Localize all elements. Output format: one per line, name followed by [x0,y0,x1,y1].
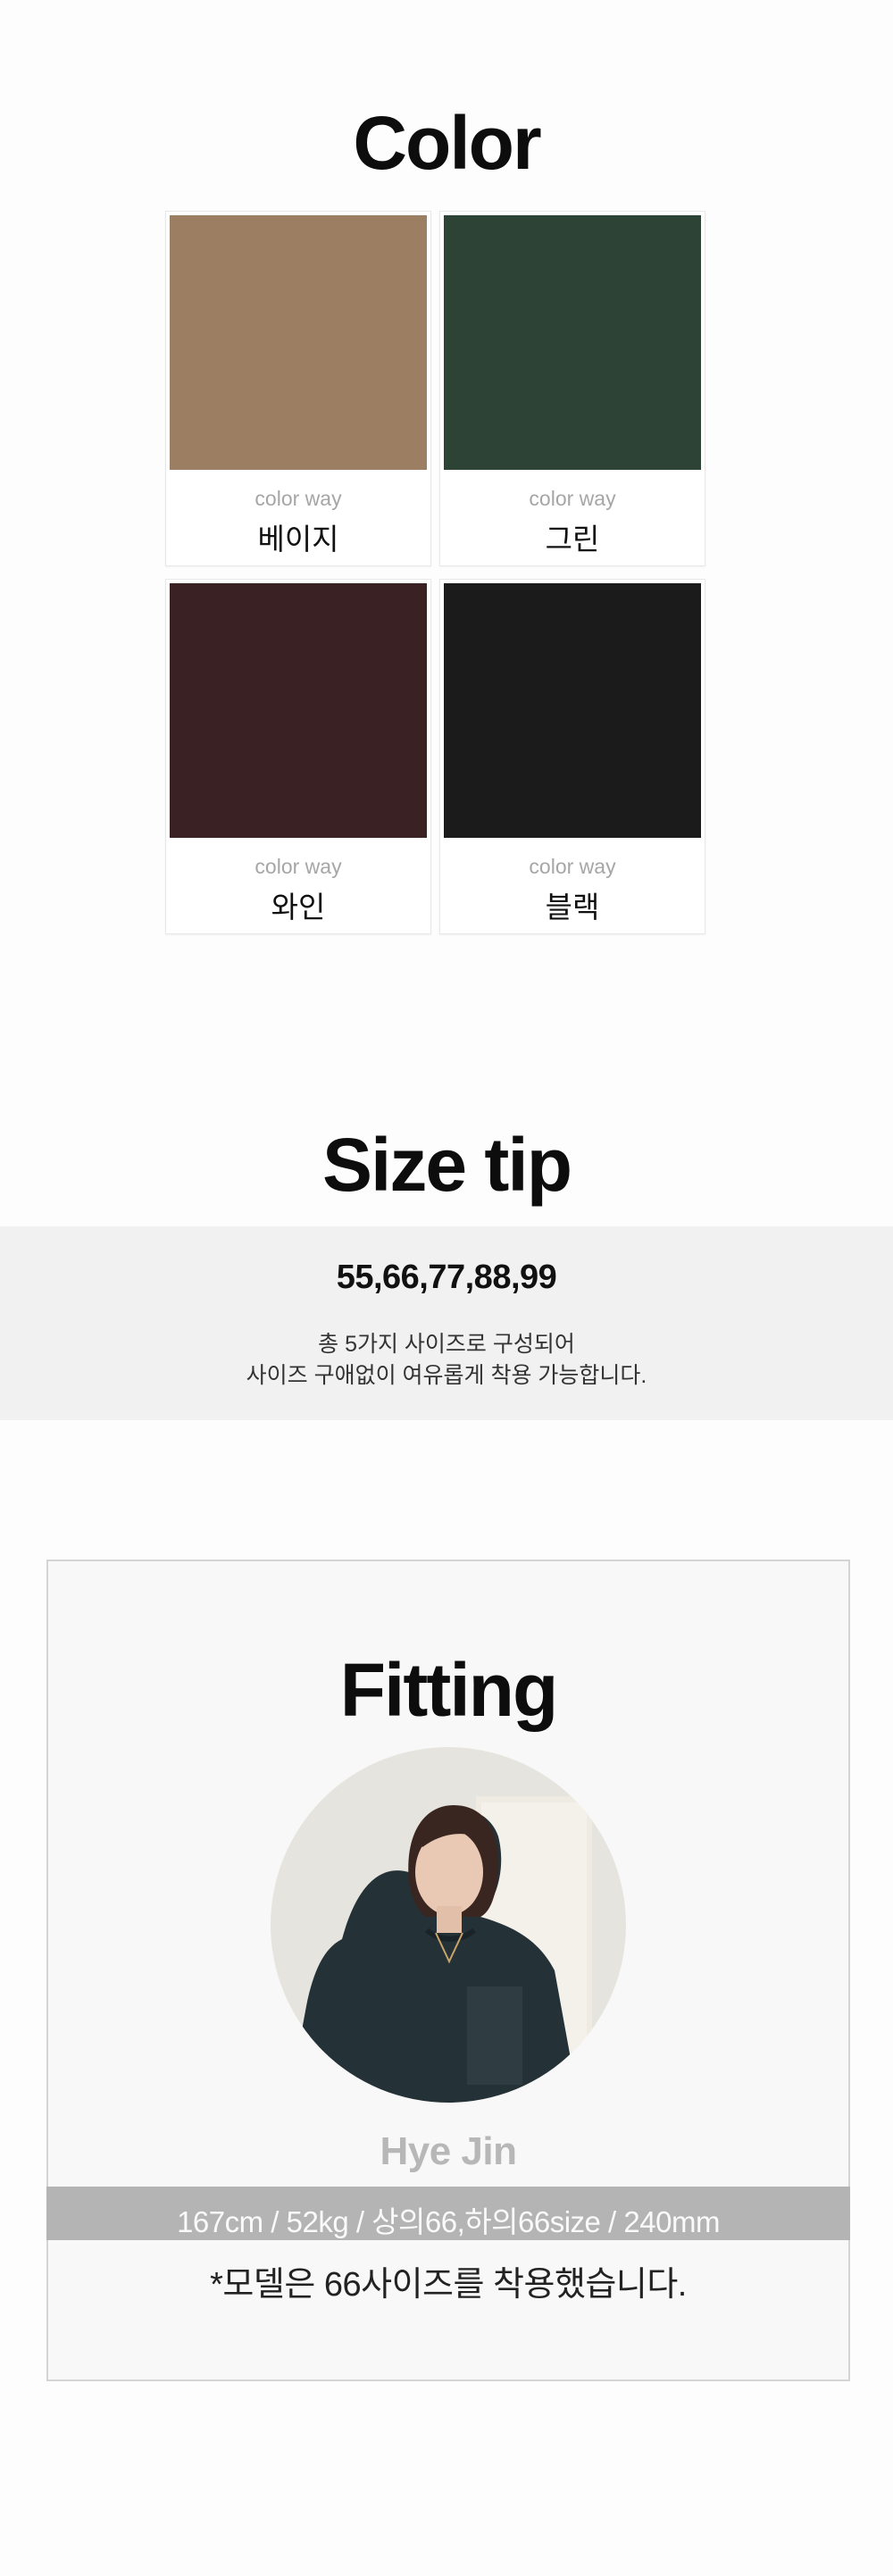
color-swatch-card[interactable]: color way 베이지 [165,211,431,566]
color-swatch [170,583,427,838]
fitting-section-title: Fitting [339,1648,559,1732]
color-section-title: Color [353,101,541,185]
swatch-color-name: 블랙 [545,891,600,924]
color-swatch-card[interactable]: color way 와인 [165,579,431,934]
size-description-line: 총 5가지 사이즈로 구성되어 [318,1332,575,1357]
model-name: Hye Jin [380,2129,517,2173]
swatch-caption: color way [255,487,342,510]
color-swatch [444,215,701,470]
color-swatch-card[interactable]: color way 블랙 [439,579,705,934]
swatch-color-name: 베이지 [257,523,339,556]
size-section-title: Size tip [321,1123,572,1207]
swatch-color-name: 와인 [271,891,326,924]
model-stats: 167cm / 52kg / 상의66,하의66size / 240mm [177,2205,720,2238]
model-fit-note: *모델은 66사이즈를 착용했습니다. [210,2266,687,2304]
size-list: 55,66,77,88,99 [336,1259,557,1296]
color-swatch [170,215,427,470]
model-photo [271,1747,626,2103]
swatch-caption: color way [529,855,616,878]
color-swatch [444,583,701,838]
size-tip-panel: 55,66,77,88,99 총 5가지 사이즈로 구성되어 사이즈 구애없이 … [0,1226,893,1420]
size-description-line: 사이즈 구애없이 여유롭게 착용 가능합니다. [246,1363,647,1388]
color-swatch-card[interactable]: color way 그린 [439,211,705,566]
swatch-caption: color way [255,855,342,878]
swatch-color-name: 그린 [545,523,600,556]
swatch-caption: color way [529,487,616,510]
fitting-panel: Fitting Hye Jin 167cm / 52kg / 상의66,하의66… [46,1560,850,2381]
model-stats-bar: 167cm / 52kg / 상의66,하의66size / 240mm [46,2187,850,2240]
